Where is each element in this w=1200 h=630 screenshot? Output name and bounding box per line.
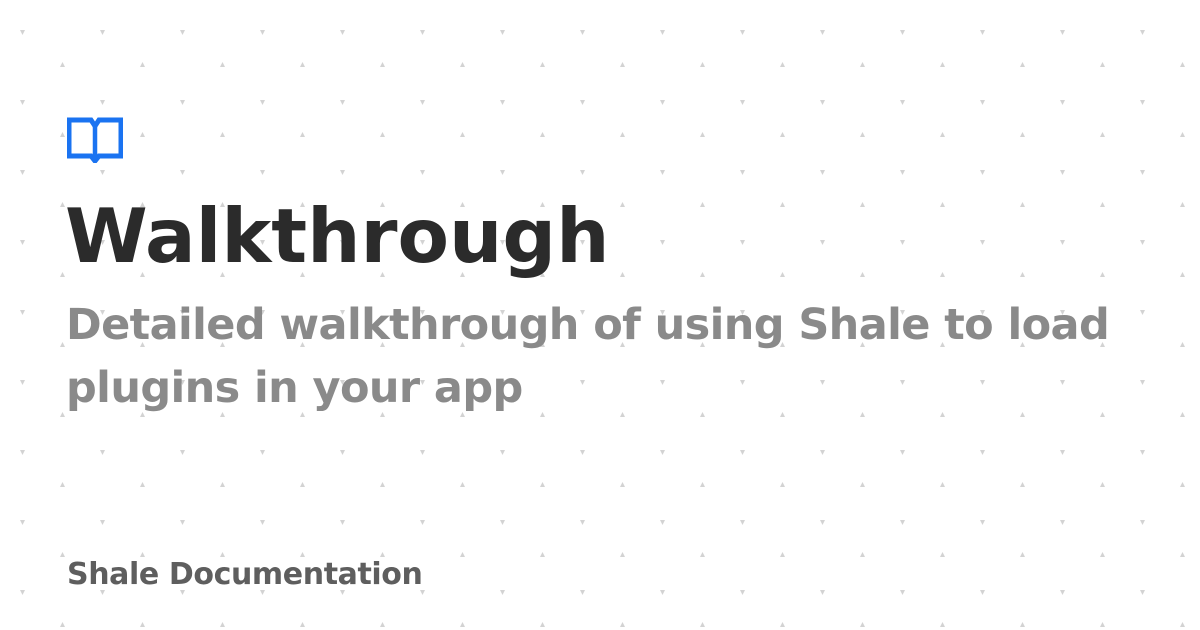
open-book-icon	[67, 117, 123, 163]
site-name: Shale Documentation	[67, 557, 423, 592]
page-subtitle: Detailed walkthrough of using Shale to l…	[66, 300, 1110, 413]
social-card: Walkthrough Detailed walkthrough of usin…	[0, 0, 1200, 630]
page-title: Walkthrough	[65, 192, 610, 280]
